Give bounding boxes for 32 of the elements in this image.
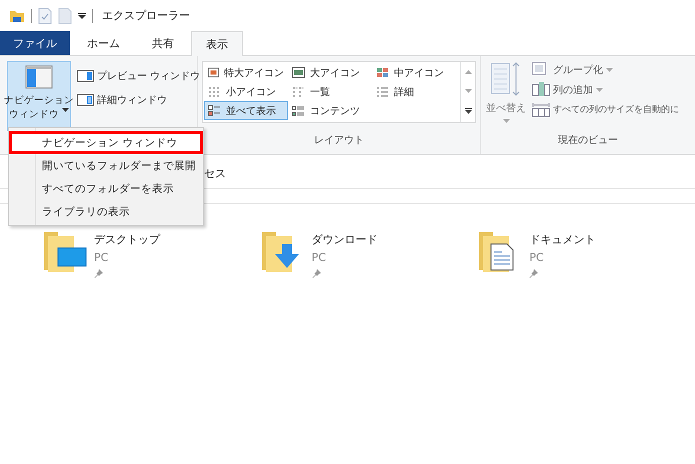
fit-columns-button[interactable]: すべての列のサイズを自動的に xyxy=(532,101,679,118)
sort-button[interactable]: 並べ替え xyxy=(484,61,528,132)
details-pane-button[interactable]: 詳細ウィンドウ xyxy=(75,91,202,109)
layout-option[interactable]: 小アイコン xyxy=(204,82,288,101)
layout-option[interactable]: 特大アイコン xyxy=(204,63,288,82)
group-label: レイアウト xyxy=(313,134,365,148)
ribbon-tab[interactable]: 表示 xyxy=(191,31,243,56)
layout-option[interactable]: 並べて表示 xyxy=(204,101,288,120)
preview-pane-button[interactable]: プレビュー ウィンドウ xyxy=(75,67,202,85)
layout-option[interactable]: 詳細 xyxy=(372,82,456,101)
menu-item[interactable]: 開いているフォルダーまで展開 xyxy=(9,154,203,177)
menu-item[interactable]: すべてのフォルダーを表示 xyxy=(9,177,203,200)
folder-location: PC xyxy=(312,251,327,264)
folder-name[interactable]: ダウンロード xyxy=(312,232,378,247)
menu-item[interactable]: ライブラリの表示 xyxy=(9,200,203,223)
folder-name[interactable]: ドキュメント xyxy=(529,232,596,247)
ribbon-tab[interactable]: ホーム xyxy=(72,31,135,55)
group-button[interactable]: グループ化 xyxy=(532,61,679,78)
folder-location: PC xyxy=(529,251,545,264)
file-tab[interactable]: ファイル xyxy=(0,31,70,55)
ribbon-tab[interactable]: 共有 xyxy=(137,31,189,55)
layout-option[interactable]: 中アイコン xyxy=(372,63,456,82)
layout-option[interactable]: 一覧 xyxy=(288,82,372,101)
folder-name[interactable]: デスクトップ xyxy=(94,232,160,247)
menu-item[interactable]: ナビゲーション ウィンドウ xyxy=(9,131,203,154)
window-title: エクスプローラー xyxy=(102,8,190,23)
group-label: 現在のビュー xyxy=(558,135,618,146)
layout-option[interactable]: 大アイコン xyxy=(288,63,372,82)
address-text: セス xyxy=(204,166,226,180)
add-columns-button[interactable]: 列の追加 xyxy=(532,81,679,98)
folder-location: PC xyxy=(94,251,110,264)
layout-option[interactable]: コンテンツ xyxy=(288,101,372,120)
